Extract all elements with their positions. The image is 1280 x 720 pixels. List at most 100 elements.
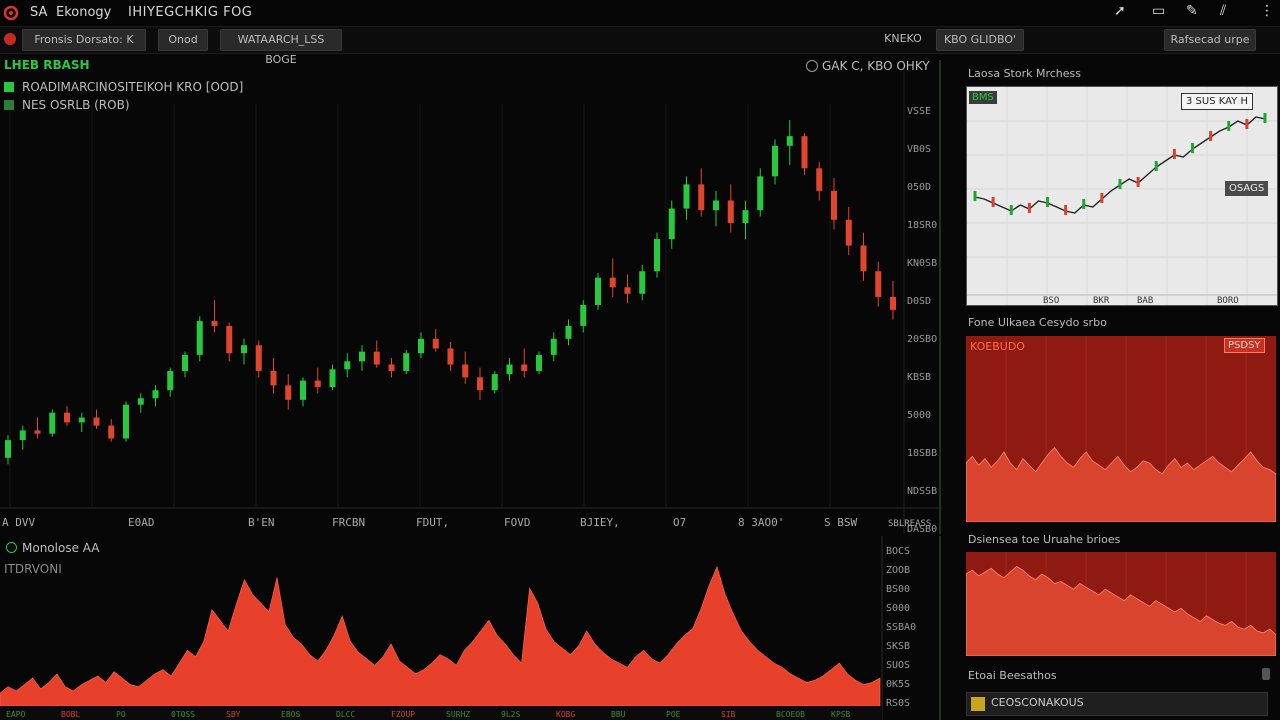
candle — [550, 338, 557, 355]
tab-onod[interactable]: Onod — [158, 29, 208, 51]
panel2-area-svg[interactable] — [966, 336, 1276, 522]
volume-bottom-tick: KOBG — [556, 710, 575, 719]
x-tick-label: FDUT, — [416, 516, 449, 529]
candle — [772, 145, 778, 177]
mini1-candle — [1209, 131, 1213, 141]
panel3-title: Dsiensea toe Uruahe brioes — [968, 533, 1121, 546]
indicator-radio-icon[interactable] — [806, 60, 818, 72]
right-field[interactable]: Rafsecad urpe — [1164, 29, 1256, 51]
main-chart-panel[interactable]: VSSE VB0S 050D 18SR0 KN0SB D0SD 20SBO KBSB 5000 1… — [0, 56, 942, 534]
panel2-area-chart[interactable]: KOEBUDO PSDSY — [966, 336, 1276, 522]
candle — [270, 370, 277, 386]
candle — [93, 417, 100, 426]
volume-bottom-tick: DLCC — [336, 710, 355, 719]
volume-bottom-tick: KPSB — [831, 710, 850, 719]
window-icon[interactable]: ▭ — [1152, 3, 1165, 19]
y-tick-label: 5000 — [907, 410, 931, 421]
candle — [521, 364, 528, 371]
panel1-tooltip: 3 SUS KAY H — [1181, 93, 1253, 110]
footer-field[interactable]: CEOSCONAKOUS — [966, 692, 1268, 716]
candle — [786, 136, 793, 146]
candle — [683, 184, 690, 209]
volume-bottom-tick: EBOS — [281, 710, 300, 719]
title-bar: SA Ekonogy IHIYEGCHKIG FOG ➚ ▭ ✎ ⫽ ⋮ — [0, 0, 1280, 27]
candle — [359, 351, 365, 362]
volume-radio-icon[interactable] — [6, 542, 17, 553]
volume-bottom-tick: BBU — [611, 710, 626, 719]
candle — [801, 136, 808, 169]
tab-watarch[interactable]: WATAARCH_LSS BOGE — [220, 29, 342, 66]
volume-chart[interactable]: BOCS ZOOB BS00 S000 SSBA0 SKSB SUOS 0K5S RS0S EAP… — [0, 536, 942, 720]
mini1-candle — [973, 191, 977, 201]
ticker-label: KNEKO — [884, 32, 922, 45]
x-tick-label: FRCBN — [332, 516, 365, 529]
mini1-candle — [991, 197, 995, 207]
candle — [403, 353, 410, 371]
volume-panel[interactable]: BOCS ZOOB BS00 S000 SSBA0 SKSB SUOS 0K5S RS0S EAP… — [0, 536, 942, 720]
footer-field-text: CEOSCONAKOUS — [991, 696, 1084, 709]
candle — [373, 351, 380, 365]
mini1-candle — [1100, 193, 1104, 203]
legend-swatch-2 — [4, 100, 14, 110]
y-tick-label: NDSSB — [907, 486, 937, 497]
volume-y-tick: 0K5S — [886, 679, 910, 690]
record-icon[interactable] — [4, 33, 16, 45]
candle — [329, 369, 336, 388]
volume-bottom-tick: 0T0SS — [171, 710, 195, 719]
volume-y-tick: SUOS — [886, 660, 910, 671]
candle — [5, 440, 11, 458]
legend-item-2: NES OSRLB (ROB) — [22, 98, 130, 112]
candle — [152, 390, 159, 399]
candle — [78, 417, 85, 423]
stock-mini-line-chart[interactable]: BSO BKR BAB BORO — [967, 87, 1277, 305]
panel2-title: Fone Ulkaea Cesydo srbo — [968, 316, 1107, 329]
candle — [831, 190, 837, 220]
mini1-candle — [1172, 149, 1176, 159]
x-tick-label: S BSW — [824, 516, 857, 529]
panel3-area-chart[interactable] — [966, 552, 1276, 656]
candlestick-chart[interactable]: VSSE VB0S 050D 18SR0 KN0SB D0SD 20SBO KBSB 5000 1… — [0, 56, 942, 534]
mini1-candle — [1064, 205, 1068, 215]
panel3-area-svg[interactable] — [966, 552, 1276, 656]
edit-icon[interactable]: ✎ — [1186, 3, 1198, 19]
x-tick-label: B'EN — [248, 516, 275, 529]
volume-bottom-tick: PO — [116, 710, 126, 719]
chart-icon[interactable]: ⫽ — [1220, 3, 1226, 19]
candle — [34, 430, 41, 434]
candle — [713, 200, 719, 211]
candle — [196, 321, 203, 355]
cursor-icon[interactable]: ➚ — [1114, 3, 1126, 19]
volume-y-tick: RS0S — [886, 698, 910, 709]
candle — [727, 200, 734, 223]
volume-y-tick: ZOOB — [886, 565, 910, 576]
candle — [757, 176, 764, 211]
tab-fronsis[interactable]: Fronsis Dorsato: K — [22, 29, 146, 51]
volume-y-tick: BS00 — [886, 584, 910, 595]
footer-scroll-handle[interactable] — [1262, 668, 1270, 680]
mini1-x-tick: BKR — [1093, 296, 1110, 305]
menu-dots-icon[interactable]: ⋮ — [1260, 3, 1274, 19]
y-tick-label: 18SR0 — [907, 220, 937, 231]
mini1-candle — [1082, 199, 1086, 209]
y-tick-label: 050D — [907, 182, 931, 193]
y-tick-label: 20SBO — [907, 334, 937, 345]
ticker-dropdown[interactable]: KBO GLIDBO' — [936, 29, 1024, 51]
volume-bottom-tick: BOBL — [61, 710, 80, 719]
y-tick-label: 18SBB — [907, 448, 937, 459]
candle — [698, 184, 705, 211]
stock-mini-chart[interactable]: BSO BKR BAB BORO BMS 3 SUS KAY H OSAGS — [966, 86, 1278, 306]
candle — [860, 245, 867, 272]
volume-bottom-tick: SBY — [226, 710, 241, 719]
candle — [432, 338, 439, 349]
candle — [742, 210, 749, 223]
volume-y-tick: SKSB — [886, 641, 910, 652]
x-tick-label: E0AD — [128, 516, 155, 529]
mini1-candle — [1136, 177, 1140, 187]
x-tick-label: 8 3AO0' — [738, 516, 784, 529]
candle — [167, 370, 174, 391]
mini1-candle — [1118, 179, 1122, 189]
panel1-badge: BMS — [969, 91, 997, 104]
red-logo-icon[interactable] — [2, 4, 20, 22]
app-name: Ekonogy — [56, 5, 112, 20]
volume-bottom-tick: POE — [666, 710, 681, 719]
